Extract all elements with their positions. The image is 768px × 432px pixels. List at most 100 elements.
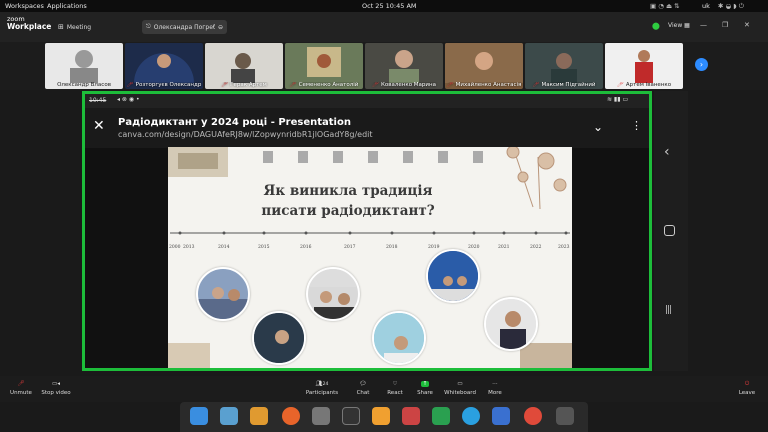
home-square-icon[interactable] <box>664 225 675 236</box>
media-app-icon[interactable] <box>402 407 420 425</box>
workspaces-menu[interactable]: Workspaces <box>5 2 44 10</box>
whiteboard-label: Whiteboard <box>444 390 476 396</box>
participant-name-row: 🎤︎ Михайленко Анастасія <box>445 82 523 88</box>
phone-time: 10:45 <box>89 97 107 104</box>
file-manager-icon[interactable] <box>220 407 238 425</box>
chrome-icon[interactable] <box>524 407 542 425</box>
system-status-icons[interactable]: ✱ ◒ ◗ ⏻ <box>718 2 744 11</box>
more-button[interactable]: ⋯ More <box>484 378 506 396</box>
participant-name: Олександр Власов <box>57 82 111 88</box>
chevron-down-icon[interactable]: ⌄ <box>593 120 603 134</box>
spreadsheet-icon[interactable] <box>432 407 450 425</box>
presentation-url[interactable]: canva.com/design/DAGUAfeRJ8w/lZopwynridb… <box>118 130 373 139</box>
mic-muted-icon: 🎤︎ <box>17 381 25 387</box>
participants-button[interactable]: 👥︎ 24 Participants <box>304 378 340 396</box>
more-vertical-icon[interactable]: ⋮ <box>631 119 642 132</box>
shield-icon[interactable]: ⬤ <box>652 22 660 30</box>
video-feed <box>389 50 419 83</box>
view-label: View <box>668 22 683 29</box>
meeting-tab-label: Meeting <box>66 23 92 31</box>
archive-app-icon[interactable] <box>372 407 390 425</box>
video-feed <box>551 53 577 83</box>
meeting-tab[interactable]: ⊞ Meeting <box>54 20 95 34</box>
minimize-button[interactable]: — <box>700 21 707 29</box>
react-button[interactable]: ♡ React <box>384 378 406 396</box>
chat-button[interactable]: 💬︎ Chat <box>352 378 374 396</box>
timeline-year: 2015 <box>258 245 270 250</box>
terminal-icon[interactable] <box>342 407 360 425</box>
participant-name-row: 🎤︎ Максим Підгайний <box>525 82 603 88</box>
participant-tile-6[interactable]: 🎤︎ Михайленко Анастасія <box>445 43 523 89</box>
participant-name-row: 🎤︎ Розторгуєв Олександр <box>125 82 203 88</box>
leave-label: Leave <box>738 390 756 396</box>
presentation-title: Радіодиктант у 2024 році - Presentation <box>118 117 351 128</box>
stop-video-button[interactable]: ▭◂ Stop video <box>40 378 72 396</box>
search-magnifier-app-icon[interactable] <box>190 407 208 425</box>
share-arrow-icon: ↑ <box>420 381 430 387</box>
mic-muted-icon: 🎤︎ <box>446 82 454 88</box>
view-grid-icon: ▦ <box>684 22 690 29</box>
slide-heading: Як виникла традиція писати радіодиктант? <box>228 181 468 221</box>
settings-app-icon[interactable] <box>312 407 330 425</box>
participant-tile-8[interactable]: 🎤︎ Артем Іваненко <box>605 43 683 89</box>
timeline-year: 2020 <box>468 245 480 250</box>
telegram-icon[interactable] <box>462 407 480 425</box>
stop-video-label: Stop video <box>41 390 71 396</box>
avatar <box>70 50 98 83</box>
leave-button[interactable]: ⏻ Leave <box>736 378 758 397</box>
phone-status-bar: 10:45 ◂ ⊗ ◉ • ≋ ▮▮ ▭ <box>85 94 649 108</box>
slide-photo <box>196 267 250 321</box>
document-icon[interactable] <box>492 407 510 425</box>
close-window-button[interactable]: ✕ <box>744 21 750 29</box>
mic-muted-icon: 🎤︎ <box>616 82 624 88</box>
presentation-slide: Як виникла традиція писати радіодиктант?… <box>168 147 572 368</box>
share-button[interactable]: ↑ Share <box>414 378 436 396</box>
app-header <box>85 108 649 148</box>
close-tab-icon[interactable]: ⊖ <box>218 24 223 31</box>
app-grid-icon[interactable] <box>250 407 268 425</box>
mic-muted-icon: 🎤︎ <box>372 82 379 88</box>
participant-name-row: 🎤︎ Артем Іваненко <box>605 82 683 88</box>
participant-name-row: 🎤︎ Семененко Анатолій <box>285 82 363 88</box>
view-button[interactable]: View ▦ <box>668 22 690 29</box>
participant-name: Герак Артем <box>230 82 267 88</box>
participant-tile-3[interactable]: 🎤︎ Герак Артем <box>205 43 283 89</box>
chat-bubble-icon: 💬︎ <box>359 381 367 387</box>
timeline-year: 2017 <box>344 245 356 250</box>
video-feed <box>231 53 255 83</box>
slide-photo <box>252 311 306 365</box>
recents-icon[interactable]: ||| <box>665 305 672 315</box>
participant-name: Розторгуєв Олександр <box>135 82 202 88</box>
timeline-year: 2013 <box>183 245 195 250</box>
language-indicator[interactable]: uk <box>702 2 710 10</box>
participant-tile-4[interactable]: 🎤︎ Семененко Анатолій <box>285 43 363 89</box>
participants-label: Participants <box>305 390 339 396</box>
phone-notification-icons: ◂ ⊗ ◉ • <box>117 96 140 103</box>
next-page-arrow-icon[interactable]: › <box>695 58 708 71</box>
mic-muted-icon: 🎤︎ <box>532 82 540 88</box>
back-chevron-icon[interactable]: ‹ <box>664 144 670 160</box>
tray-icons[interactable]: ▣ ◔ ⏏ ⇅ <box>650 2 680 10</box>
close-icon[interactable]: ✕ <box>93 118 105 134</box>
shared-screen: 10:45 ◂ ⊗ ◉ • ≋ ▮▮ ▭ ✕ Радіодиктант у 20… <box>82 91 652 371</box>
timeline-year: 2014 <box>218 245 230 250</box>
participant-name-row: 🎤︎ Коваленко Марина <box>365 82 443 88</box>
participant-tile-1[interactable]: Олександр Власов <box>45 43 123 89</box>
participant-tile-5[interactable]: 🎤︎ Коваленко Марина <box>365 43 443 89</box>
clock[interactable]: Oct 25 10:45 AM <box>362 2 417 10</box>
participant-name-row: 🎤︎ Герак Артем <box>205 82 283 88</box>
firefox-icon[interactable] <box>282 407 300 425</box>
maximize-button[interactable]: ❐ <box>722 21 728 29</box>
system-monitor-icon[interactable] <box>556 407 574 425</box>
timeline-year: 2000 <box>169 245 181 250</box>
whiteboard-button[interactable]: ▭ Whiteboard <box>444 378 476 396</box>
video-feed <box>134 53 194 83</box>
unmute-button[interactable]: 🎤︎ Unmute <box>8 378 34 396</box>
leave-icon: ⏻ <box>744 380 750 387</box>
react-label: React <box>387 390 403 396</box>
applications-menu[interactable]: Applications <box>47 2 87 10</box>
meeting-info-icon: ⊞ <box>58 23 64 31</box>
participant-tile-7[interactable]: 🎤︎ Максим Підгайний <box>525 43 603 89</box>
presenter-tab[interactable]: ⎋ Олександра Погреби... ⊖ <box>142 20 227 34</box>
participant-tile-2[interactable]: 🎤︎ Розторгуєв Олександр <box>125 43 203 89</box>
